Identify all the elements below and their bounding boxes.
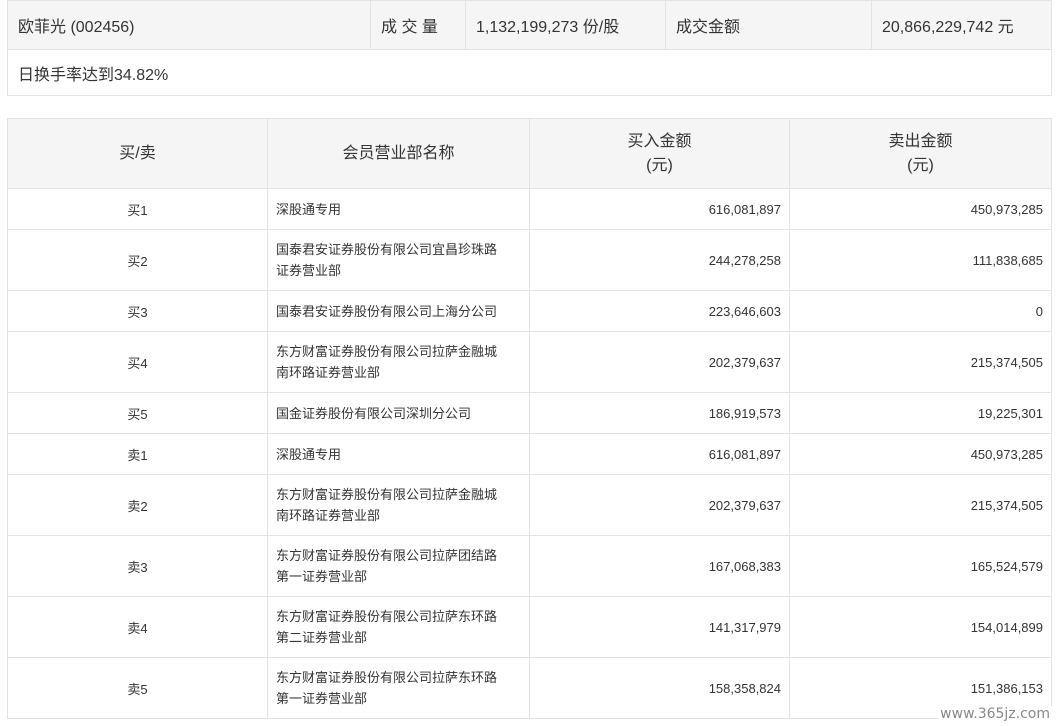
broker-line1: 国泰君安证券股份有限公司上海分公司 (276, 303, 498, 319)
watermark: www.365jz.com (938, 706, 1052, 722)
amount-value: 20,866,229,742 元 (871, 0, 1052, 50)
buy-amount-cell: 141,317,979 (529, 596, 790, 658)
turnover-note: 日换手率达到34.82% (7, 49, 1052, 96)
broker-line2: 第二证券营业部 (276, 630, 368, 645)
stock-name: 欧菲光 (002456) (7, 0, 371, 50)
side-cell: 卖4 (7, 596, 268, 658)
side-cell: 买2 (7, 229, 268, 291)
table-row: 卖5 东方财富证券股份有限公司拉萨东环路 第一证券营业部 158,358,824 … (7, 657, 1052, 719)
table-row: 买3 国泰君安证券股份有限公司上海分公司 223,646,603 0 (7, 290, 1052, 332)
buy-amount-cell: 158,358,824 (529, 657, 790, 719)
buy-amount-cell: 186,919,573 (529, 392, 790, 434)
broker-line1: 深股通专用 (276, 201, 342, 217)
side-cell: 买3 (7, 290, 268, 332)
broker-line2: 南环路证券营业部 (276, 365, 381, 380)
broker-cell: 深股通专用 (267, 433, 530, 475)
side-cell: 卖1 (7, 433, 268, 475)
broker-line1: 深股通专用 (276, 446, 342, 462)
header-sell-amount: 卖出金额 (元) (789, 118, 1052, 189)
header-buy-amount: 买入金额 (元) (529, 118, 790, 189)
header-buy-line1: 买入金额 (627, 132, 692, 150)
buy-amount-cell: 244,278,258 (529, 229, 790, 291)
sell-amount-cell: 111,838,685 (789, 229, 1052, 291)
broker-line1: 东方财富证券股份有限公司拉萨东环路 (276, 670, 498, 685)
broker-cell: 东方财富证券股份有限公司拉萨东环路 第一证券营业部 (267, 657, 530, 719)
table-row: 卖4 东方财富证券股份有限公司拉萨东环路 第二证券营业部 141,317,979 … (7, 596, 1052, 658)
broker-line1: 国泰君安证券股份有限公司宜昌珍珠路 (276, 242, 498, 257)
broker-cell: 东方财富证券股份有限公司拉萨团结路 第一证券营业部 (267, 535, 530, 597)
buy-amount-cell: 616,081,897 (529, 188, 790, 230)
side-cell: 卖5 (7, 657, 268, 719)
side-cell: 买5 (7, 392, 268, 434)
volume-value: 1,132,199,273 份/股 (465, 0, 666, 50)
summary-table: 欧菲光 (002456) 成 交 量 1,132,199,273 份/股 成交金… (7, 0, 1052, 96)
sell-amount-cell: 450,973,285 (789, 433, 1052, 475)
table-row: 卖2 东方财富证券股份有限公司拉萨金融城 南环路证券营业部 202,379,637… (7, 474, 1052, 536)
broker-line1: 国金证券股份有限公司深圳分公司 (276, 405, 472, 421)
broker-line1: 东方财富证券股份有限公司拉萨团结路 (276, 548, 498, 563)
broker-table: 买/卖 会员营业部名称 买入金额 (元) 卖出金额 (元) 买1 深股通专用 6… (7, 118, 1052, 719)
volume-label: 成 交 量 (370, 0, 466, 50)
broker-line2: 证券营业部 (276, 263, 342, 278)
buy-amount-cell: 167,068,383 (529, 535, 790, 597)
table-row: 买1 深股通专用 616,081,897 450,973,285 (7, 188, 1052, 230)
header-buy-line2: (元) (646, 156, 673, 174)
buy-amount-cell: 202,379,637 (529, 331, 790, 393)
broker-line1: 东方财富证券股份有限公司拉萨金融城 (276, 344, 498, 359)
table-row: 买2 国泰君安证券股份有限公司宜昌珍珠路 证券营业部 244,278,258 11… (7, 229, 1052, 291)
sell-amount-cell: 0 (789, 290, 1052, 332)
sell-amount-cell: 154,014,899 (789, 596, 1052, 658)
table-row: 买5 国金证券股份有限公司深圳分公司 186,919,573 19,225,30… (7, 392, 1052, 434)
broker-cell: 东方财富证券股份有限公司拉萨东环路 第二证券营业部 (267, 596, 530, 658)
side-cell: 卖2 (7, 474, 268, 536)
sell-amount-cell: 215,374,505 (789, 474, 1052, 536)
side-cell: 买1 (7, 188, 268, 230)
broker-cell: 东方财富证券股份有限公司拉萨金融城 南环路证券营业部 (267, 331, 530, 393)
table-header-row: 买/卖 会员营业部名称 买入金额 (元) 卖出金额 (元) (7, 118, 1052, 189)
table-row: 卖1 深股通专用 616,081,897 450,973,285 (7, 433, 1052, 475)
summary-row: 欧菲光 (002456) 成 交 量 1,132,199,273 份/股 成交金… (7, 0, 1052, 50)
header-sell-line1: 卖出金额 (888, 132, 953, 150)
broker-cell: 国金证券股份有限公司深圳分公司 (267, 392, 530, 434)
broker-line2: 第一证券营业部 (276, 569, 368, 584)
sell-amount-cell: 19,225,301 (789, 392, 1052, 434)
header-broker: 会员营业部名称 (267, 118, 530, 189)
turnover-row: 日换手率达到34.82% (7, 49, 1052, 96)
sell-amount-cell: 215,374,505 (789, 331, 1052, 393)
amount-label: 成交金额 (665, 0, 872, 50)
table-row: 卖3 东方财富证券股份有限公司拉萨团结路 第一证券营业部 167,068,383 … (7, 535, 1052, 597)
broker-cell: 国泰君安证券股份有限公司上海分公司 (267, 290, 530, 332)
header-side: 买/卖 (7, 118, 268, 189)
side-cell: 买4 (7, 331, 268, 393)
broker-line1: 东方财富证券股份有限公司拉萨金融城 (276, 487, 498, 502)
sell-amount-cell: 165,524,579 (789, 535, 1052, 597)
broker-cell: 东方财富证券股份有限公司拉萨金融城 南环路证券营业部 (267, 474, 530, 536)
side-cell: 卖3 (7, 535, 268, 597)
header-sell-line2: (元) (907, 156, 934, 174)
buy-amount-cell: 223,646,603 (529, 290, 790, 332)
buy-amount-cell: 616,081,897 (529, 433, 790, 475)
broker-line1: 东方财富证券股份有限公司拉萨东环路 (276, 609, 498, 624)
broker-line2: 南环路证券营业部 (276, 508, 381, 523)
table-row: 买4 东方财富证券股份有限公司拉萨金融城 南环路证券营业部 202,379,637… (7, 331, 1052, 393)
buy-amount-cell: 202,379,637 (529, 474, 790, 536)
sell-amount-cell: 450,973,285 (789, 188, 1052, 230)
broker-cell: 深股通专用 (267, 188, 530, 230)
broker-cell: 国泰君安证券股份有限公司宜昌珍珠路 证券营业部 (267, 229, 530, 291)
broker-line2: 第一证券营业部 (276, 691, 368, 706)
